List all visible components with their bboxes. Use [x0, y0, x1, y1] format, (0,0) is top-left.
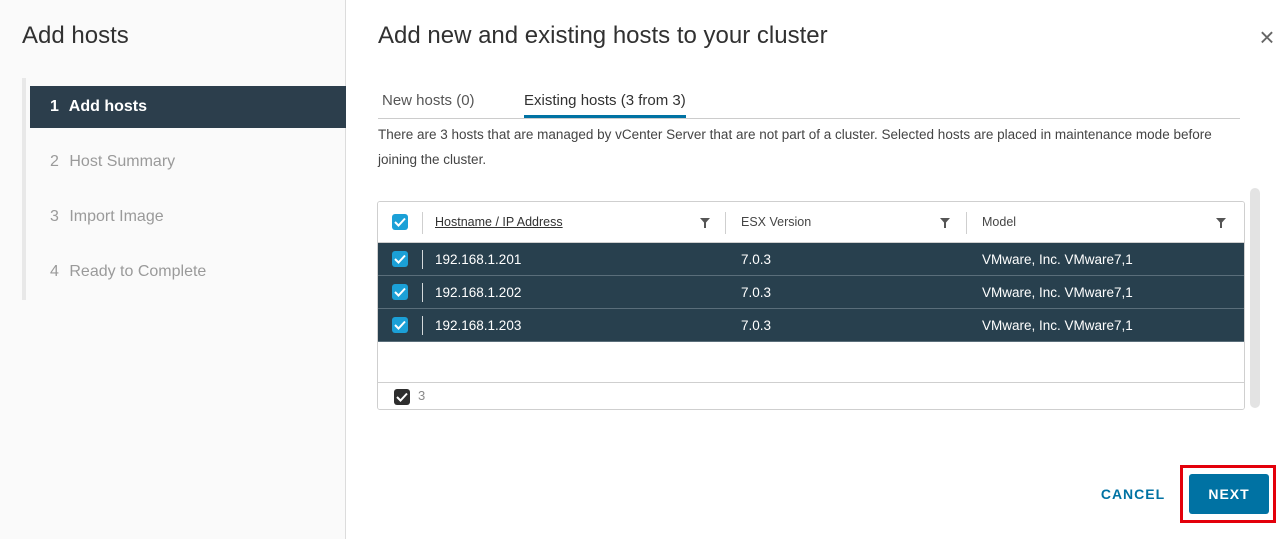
- close-icon[interactable]: ×: [1254, 24, 1280, 50]
- scrollbar[interactable]: [1250, 188, 1260, 408]
- cell-model: VMware, Inc. VMware7,1: [982, 318, 1133, 333]
- filter-icon[interactable]: [940, 217, 950, 229]
- row-checkbox[interactable]: [392, 284, 408, 300]
- step-add-hosts[interactable]: 1 Add hosts: [30, 86, 346, 128]
- wizard-title: Add hosts: [22, 22, 129, 49]
- cell-model: VMware, Inc. VMware7,1: [982, 252, 1133, 267]
- check-icon: [394, 320, 406, 330]
- table-row[interactable]: 192.168.1.203 7.0.3 VMware, Inc. VMware7…: [378, 309, 1244, 342]
- selected-count: 3: [418, 388, 426, 403]
- row-checkbox[interactable]: [392, 251, 408, 267]
- wizard-steps: 1 Add hosts 2 Host Summary 3 Import Imag…: [22, 78, 346, 300]
- grid-empty-area: [378, 342, 1244, 383]
- cell-hostname: 192.168.1.201: [435, 252, 522, 267]
- step-number: 4: [50, 263, 59, 280]
- step-number: 3: [50, 208, 59, 225]
- cell-esx-version: 7.0.3: [741, 252, 772, 267]
- step-number: 2: [50, 153, 59, 170]
- step-number: 1: [50, 98, 59, 115]
- highlight-annotation: [1180, 465, 1276, 523]
- table-row[interactable]: 192.168.1.201 7.0.3 VMware, Inc. VMware7…: [378, 243, 1244, 276]
- wizard-sidebar: Add hosts 1 Add hosts 2 Host Summary 3 I…: [0, 0, 346, 539]
- check-icon: [394, 254, 406, 264]
- cell-hostname: 192.168.1.203: [435, 318, 522, 333]
- grid-footer: 3: [378, 383, 1244, 409]
- step-import-image[interactable]: 3 Import Image: [30, 196, 346, 238]
- cell-hostname: 192.168.1.202: [435, 285, 522, 300]
- cell-esx-version: 7.0.3: [741, 318, 772, 333]
- step-label: Import Image: [69, 208, 164, 225]
- step-label: Host Summary: [69, 153, 176, 170]
- check-icon: [394, 287, 406, 297]
- step-host-summary[interactable]: 2 Host Summary: [30, 141, 346, 183]
- check-icon: [396, 392, 408, 402]
- row-checkbox[interactable]: [392, 317, 408, 333]
- step-label: Ready to Complete: [69, 263, 207, 280]
- tab-bar: New hosts (0) Existing hosts (3 from 3): [378, 84, 1240, 119]
- cell-model: VMware, Inc. VMware7,1: [982, 285, 1133, 300]
- cell-esx-version: 7.0.3: [741, 285, 772, 300]
- page-title: Add new and existing hosts to your clust…: [378, 22, 828, 49]
- table-row[interactable]: 192.168.1.202 7.0.3 VMware, Inc. VMware7…: [378, 276, 1244, 309]
- column-esx-version[interactable]: ESX Version: [741, 202, 811, 243]
- description-text: There are 3 hosts that are managed by vC…: [378, 127, 1212, 167]
- tab-existing-hosts[interactable]: Existing hosts (3 from 3): [524, 84, 686, 118]
- step-label: Add hosts: [68, 98, 147, 115]
- step-ready-to-complete[interactable]: 4 Ready to Complete: [30, 251, 346, 293]
- column-separator[interactable]: [966, 212, 967, 234]
- column-separator[interactable]: [725, 212, 726, 234]
- check-icon: [394, 217, 406, 227]
- cancel-button[interactable]: CANCEL: [1090, 476, 1176, 512]
- filter-icon[interactable]: [1216, 217, 1226, 229]
- hosts-datagrid: Hostname / IP Address ESX Version Model …: [377, 201, 1245, 410]
- column-hostname[interactable]: Hostname / IP Address: [435, 202, 563, 243]
- grid-header: Hostname / IP Address ESX Version Model: [378, 202, 1244, 243]
- column-model[interactable]: Model: [982, 202, 1016, 243]
- cell-separator: [422, 283, 423, 302]
- select-all-checkbox[interactable]: [392, 214, 408, 230]
- filter-icon[interactable]: [700, 217, 710, 229]
- column-separator[interactable]: [422, 212, 423, 234]
- selection-count-checkbox: [394, 389, 410, 405]
- tab-new-hosts[interactable]: New hosts (0): [382, 84, 475, 117]
- cell-separator: [422, 316, 423, 335]
- cell-separator: [422, 250, 423, 269]
